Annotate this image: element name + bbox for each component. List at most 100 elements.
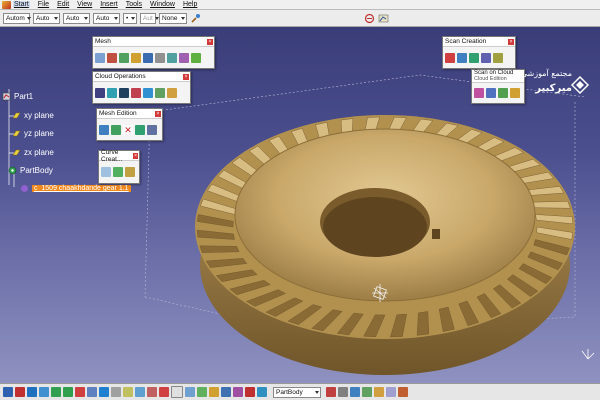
part-design-icon[interactable] <box>197 387 207 397</box>
copy-icon[interactable] <box>338 387 348 397</box>
grid-icon[interactable] <box>171 386 183 398</box>
fit-all-icon[interactable] <box>15 387 25 397</box>
zoom-in-icon[interactable] <box>51 387 61 397</box>
filter-icon[interactable] <box>111 125 121 135</box>
menu-start[interactable]: Start <box>13 1 30 8</box>
catalog-icon[interactable] <box>386 387 396 397</box>
rendering-style-combo[interactable]: None <box>159 12 187 24</box>
line-thickness-combo[interactable]: Auto <box>63 12 90 24</box>
planar-sections-icon[interactable] <box>167 88 177 98</box>
curve-projection-icon[interactable] <box>457 53 467 63</box>
analysis-icon[interactable] <box>378 13 389 24</box>
menu-insert[interactable]: Insert <box>100 1 118 8</box>
paste-icon[interactable] <box>350 387 360 397</box>
close-icon[interactable]: × <box>133 152 138 159</box>
measure-icon[interactable] <box>364 13 375 24</box>
tree-node-yz-plane[interactable]: yz plane <box>12 129 54 138</box>
cloud-split-icon[interactable] <box>119 88 129 98</box>
plane-icon <box>12 148 21 157</box>
undo-icon[interactable] <box>245 387 255 397</box>
tree-node-partbody[interactable]: PartBody <box>8 166 53 175</box>
formula-icon[interactable] <box>374 387 384 397</box>
fill-holes-icon[interactable] <box>155 53 165 63</box>
line-type-combo[interactable]: Auto <box>93 12 120 24</box>
material-icon[interactable] <box>233 387 243 397</box>
tree-node-xy-plane[interactable]: xy plane <box>12 111 54 120</box>
quick-select-icon[interactable] <box>147 387 157 397</box>
color-combo[interactable]: Autom <box>3 12 31 24</box>
split-mesh-icon[interactable] <box>191 53 201 63</box>
tree-node-part1[interactable]: Part1 <box>2 92 33 101</box>
multi-view-icon[interactable] <box>87 387 97 397</box>
mesh-toolbar-panel[interactable]: Mesh × <box>92 36 215 69</box>
merge-clouds-icon[interactable] <box>107 88 117 98</box>
mesh-cleaner-icon[interactable] <box>143 53 153 63</box>
offset-mesh-icon[interactable] <box>107 53 117 63</box>
remove-icon[interactable]: ✕ <box>123 125 133 135</box>
flip-edges-icon[interactable] <box>119 53 129 63</box>
close-icon[interactable]: × <box>207 38 213 45</box>
3d-viewport[interactable]: Part1 xy plane yz plane zx plane PartBod… <box>0 27 600 383</box>
menu-tools[interactable]: Tools <box>126 1 142 8</box>
mesh-creation-icon[interactable] <box>95 53 105 63</box>
mesh-smoothing-icon[interactable] <box>131 53 141 63</box>
point-symbol-combo[interactable]: • <box>123 12 137 24</box>
cloud-operations-panel[interactable]: Cloud Operations × <box>92 71 191 104</box>
decimation-icon[interactable] <box>167 53 177 63</box>
characteristic-curves-icon[interactable] <box>493 53 503 63</box>
scan-creation-panel[interactable]: Scan Creation × <box>442 36 516 69</box>
normal-view-icon[interactable] <box>75 387 85 397</box>
rotate-icon[interactable] <box>39 387 49 397</box>
annotation-icon[interactable] <box>209 387 219 397</box>
iso-view-icon[interactable] <box>99 387 109 397</box>
knowledge-icon[interactable] <box>398 387 408 397</box>
paint-brush-icon[interactable] <box>190 13 201 24</box>
menu-view[interactable]: View <box>77 1 92 8</box>
magnet-icon[interactable] <box>95 88 105 98</box>
optimize-icon[interactable] <box>179 53 189 63</box>
pan-icon[interactable] <box>27 387 37 397</box>
menu-edit[interactable]: Edit <box>57 1 69 8</box>
union-icon[interactable] <box>147 125 157 135</box>
compass-icon[interactable] <box>221 387 231 397</box>
scan-edition-icon[interactable] <box>498 88 508 98</box>
transparency-combo[interactable]: Auto <box>33 12 60 24</box>
cloud-mesh-icon <box>20 184 29 193</box>
curve-on-mesh-icon[interactable] <box>125 167 135 177</box>
fly-mode-icon[interactable] <box>3 387 13 397</box>
protect-icon[interactable] <box>135 125 145 135</box>
cloud-filter-icon[interactable] <box>155 88 165 98</box>
close-icon[interactable]: × <box>508 38 514 45</box>
tree-node-zx-plane[interactable]: zx plane <box>12 148 54 157</box>
tools-icon[interactable] <box>362 387 372 397</box>
catia-logo-icon[interactable] <box>2 0 11 9</box>
tree-node-mesh-selected[interactable]: c_1509 chaakhdande gear 1.1 <box>20 184 131 193</box>
curve-creation-panel[interactable]: Curve Creat... × <box>98 149 140 184</box>
cloud-sections-icon[interactable] <box>131 88 141 98</box>
scan-on-cloud-icon[interactable] <box>474 88 484 98</box>
menu-window[interactable]: Window <box>150 1 175 8</box>
scan-creation-icon[interactable] <box>469 53 479 63</box>
measure-between-icon[interactable] <box>185 387 195 397</box>
redo-icon[interactable] <box>257 387 267 397</box>
swap-space-icon[interactable] <box>135 387 145 397</box>
scissors-icon[interactable] <box>326 387 336 397</box>
sketch-icon[interactable] <box>159 387 169 397</box>
cloud-scan-icon[interactable] <box>486 88 496 98</box>
mesh-edition-panel[interactable]: Mesh Edition × ✕ <box>96 108 163 141</box>
shading-icon[interactable] <box>111 387 121 397</box>
activate-icon[interactable] <box>99 125 109 135</box>
planar-scan-icon[interactable] <box>445 53 455 63</box>
menu-file[interactable]: File <box>38 1 49 8</box>
cloud-align-icon[interactable] <box>143 88 153 98</box>
zoom-out-icon[interactable] <box>63 387 73 397</box>
layer-combo[interactable]: Aut <box>140 12 159 24</box>
hide-show-icon[interactable] <box>123 387 133 397</box>
menu-help[interactable]: Help <box>183 1 197 8</box>
curve-from-scan-icon[interactable] <box>113 167 123 177</box>
close-icon[interactable]: × <box>155 110 161 117</box>
free-edges-icon[interactable] <box>481 53 491 63</box>
close-icon[interactable]: × <box>183 73 189 80</box>
3d-curve-icon[interactable] <box>101 167 111 177</box>
body-select-combo[interactable]: PartBody <box>273 386 321 398</box>
